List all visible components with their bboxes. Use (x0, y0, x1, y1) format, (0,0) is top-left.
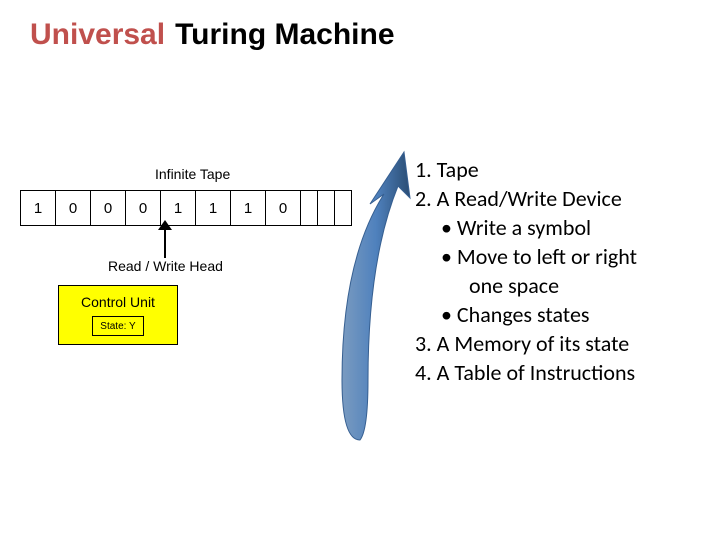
slide-title: Universal Turing Machine (30, 18, 395, 52)
tape-cell: 1 (195, 190, 231, 226)
state-label: State: Y (100, 321, 135, 332)
tape-cell: 0 (90, 190, 126, 226)
rw-head-label: Read / Write Head (108, 258, 223, 274)
infinite-tape-label: Infinite Tape (155, 166, 230, 182)
tape-cell: 0 (265, 190, 301, 226)
control-unit-label: Control Unit (81, 294, 155, 310)
tape: 1 0 0 0 1 1 1 0 (20, 190, 351, 226)
title-rest: Turing Machine (175, 18, 394, 51)
control-unit-box: Control Unit (58, 285, 178, 345)
tape-cell: 1 (230, 190, 266, 226)
list-item: 2. A Read/Write Device (415, 184, 715, 213)
tape-cell: 0 (55, 190, 91, 226)
list-subitem-cont: one space (415, 271, 715, 300)
state-box: State: Y (92, 316, 144, 336)
tape-cell: 0 (125, 190, 161, 226)
list-subitem: • Write a symbol (415, 213, 715, 242)
title-universal: Universal (30, 18, 165, 51)
tape-cell (300, 190, 318, 226)
list-item: 4. A Table of Instructions (415, 358, 715, 387)
list-item: 1. Tape (415, 155, 715, 184)
rw-head-arrow-shaft (164, 226, 166, 258)
list-subitem: • Changes states (415, 300, 715, 329)
list-item: 3. A Memory of its state (415, 329, 715, 358)
list-subitem: • Move to left or right (415, 242, 715, 271)
tape-cell: 1 (20, 190, 56, 226)
components-list: 1. Tape 2. A Read/Write Device • Write a… (415, 155, 715, 387)
